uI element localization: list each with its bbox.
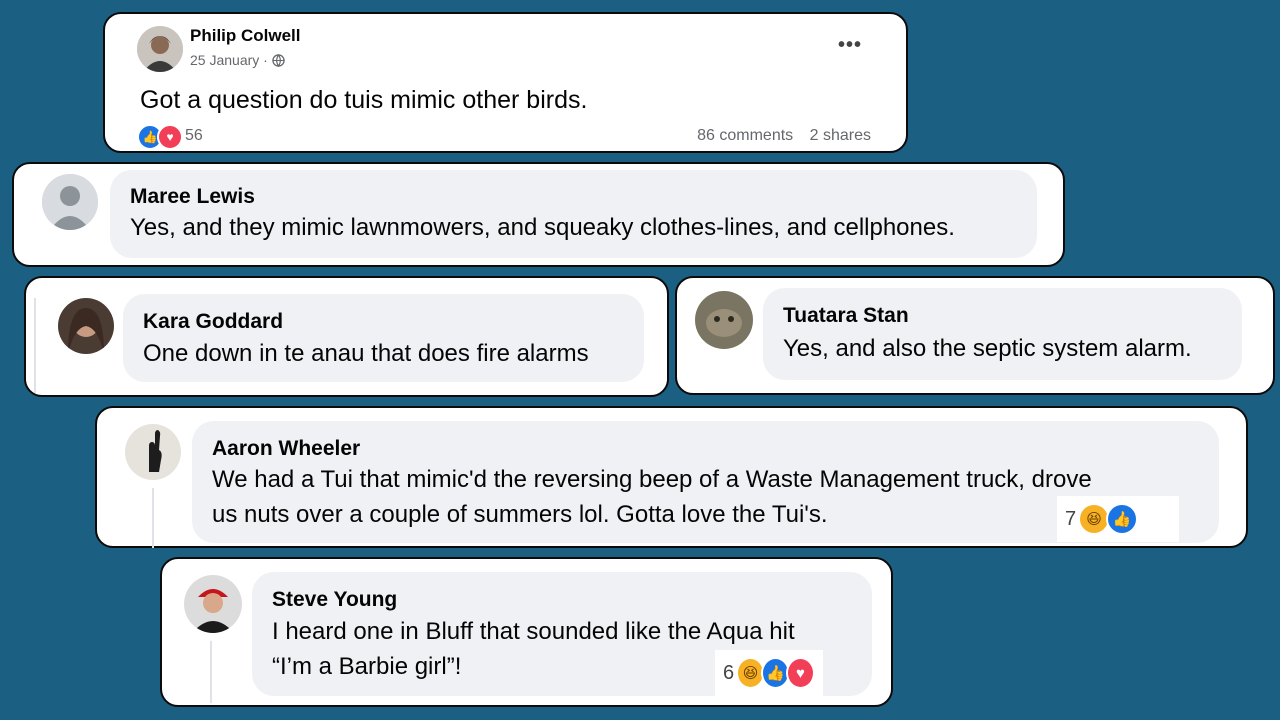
comment-reaction-count: 7	[1065, 507, 1077, 530]
post-author-name[interactable]: Philip Colwell	[190, 26, 301, 46]
comment-bubble: Maree Lewis Yes, and they mimic lawnmowe…	[110, 170, 1037, 258]
comment-author[interactable]: Aaron Wheeler	[212, 437, 360, 461]
avatar[interactable]	[695, 291, 753, 349]
post-stats: 86 comments 2 shares	[685, 127, 871, 145]
like-reaction-icon: 👍	[1106, 503, 1139, 535]
post-date[interactable]: 25 January	[190, 52, 259, 68]
comment-author[interactable]: Kara Goddard	[143, 310, 283, 334]
comment-card: Tuatara Stan Yes, and also the septic sy…	[675, 276, 1275, 395]
post-meta: 25 January ·	[190, 52, 285, 68]
comment-reactions[interactable]: 7 😆 👍	[1057, 496, 1179, 542]
avatar[interactable]	[58, 298, 114, 354]
globe-icon	[272, 52, 285, 68]
comment-reactions[interactable]: 6 😆 👍 ♥	[715, 650, 823, 696]
thread-line	[152, 488, 154, 548]
comment-author[interactable]: Tuatara Stan	[783, 304, 909, 328]
comment-text-line2: us nuts over a couple of summers lol. Go…	[212, 501, 828, 528]
comment-card: Steve Young I heard one in Bluff that so…	[160, 557, 893, 707]
comment-text-line1: We had a Tui that mimic'd the reversing …	[212, 466, 1092, 493]
avatar[interactable]	[184, 575, 242, 633]
comment-bubble: Tuatara Stan Yes, and also the septic sy…	[763, 288, 1242, 380]
thread-line	[34, 298, 36, 393]
comment-text-line1: I heard one in Bluff that sounded like t…	[272, 618, 795, 645]
meta-separator: ·	[263, 52, 272, 68]
comment-author[interactable]: Maree Lewis	[130, 185, 255, 209]
post-card: Philip Colwell 25 January · ••• Got a qu…	[103, 12, 908, 153]
comment-text: One down in te anau that does fire alarm…	[143, 340, 589, 367]
post-text: Got a question do tuis mimic other birds…	[140, 86, 588, 114]
comment-card: Maree Lewis Yes, and they mimic lawnmowe…	[12, 162, 1065, 267]
shares-count[interactable]: 2 shares	[810, 127, 871, 144]
comment-text-line2: “I’m a Barbie girl”!	[272, 653, 462, 680]
love-reaction-icon: ♥	[157, 124, 183, 150]
comment-card: Aaron Wheeler We had a Tui that mimic'd …	[95, 406, 1248, 548]
comment-bubble: Kara Goddard One down in te anau that do…	[123, 294, 644, 382]
love-reaction-icon: ♥	[786, 657, 815, 689]
reaction-count[interactable]: 56	[185, 127, 203, 145]
comment-author[interactable]: Steve Young	[272, 588, 397, 612]
comments-count[interactable]: 86 comments	[697, 127, 793, 144]
post-reactions[interactable]: 👍 ♥	[137, 124, 183, 150]
avatar[interactable]	[42, 174, 98, 230]
more-options-icon[interactable]: •••	[838, 34, 862, 57]
comment-reaction-count: 6	[723, 661, 735, 684]
thread-line	[210, 641, 212, 703]
comment-text: Yes, and also the septic system alarm.	[783, 335, 1192, 362]
avatar[interactable]	[125, 424, 181, 480]
comment-card: Kara Goddard One down in te anau that do…	[24, 276, 669, 397]
comment-text: Yes, and they mimic lawnmowers, and sque…	[130, 214, 955, 241]
author-avatar[interactable]	[137, 26, 183, 72]
